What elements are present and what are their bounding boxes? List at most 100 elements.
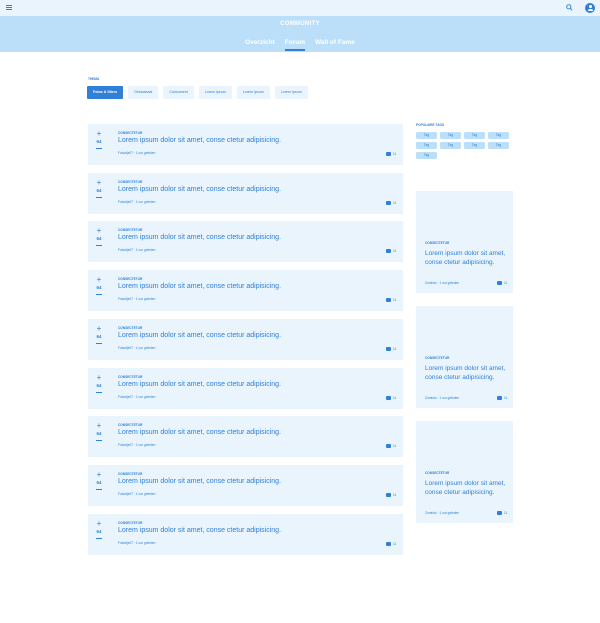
- post-category: CONSECTETUR: [118, 472, 143, 476]
- tag-chip[interactable]: Tag: [488, 132, 509, 139]
- vote-count: 64: [96, 285, 102, 290]
- downvote-button[interactable]: [96, 343, 102, 344]
- upvote-button[interactable]: +: [93, 325, 105, 333]
- comment-count-value: 11: [393, 298, 397, 302]
- post-meta: Fotoofje07 · 1 uur geleden: [118, 200, 156, 204]
- post-card[interactable]: + 64 CONSECTETUR Lorem ipsum dolor sit a…: [88, 173, 403, 214]
- post-title[interactable]: Lorem ipsum dolor sit amet, conse ctetur…: [118, 332, 281, 339]
- featured-card[interactable]: CONSECTETUR Lorem ipsum dolor sit amet, …: [416, 421, 513, 523]
- comment-count-value: 11: [393, 347, 397, 351]
- filter-chip[interactable]: Lorem Ipsum: [274, 86, 308, 99]
- tag-chip[interactable]: Tag: [464, 142, 485, 149]
- post-card[interactable]: + 64 CONSECTETUR Lorem ipsum dolor sit a…: [88, 124, 403, 165]
- filter-chip[interactable]: Gesloabaal: [128, 86, 159, 99]
- vote-count: 64: [96, 188, 102, 193]
- post-title[interactable]: Lorem ipsum dolor sit amet, conse ctetur…: [118, 527, 281, 534]
- comment-count-value: 11: [393, 249, 397, 253]
- post-card[interactable]: + 64 CONSECTETUR Lorem ipsum dolor sit a…: [88, 465, 403, 506]
- post-category: CONSECTETUR: [118, 228, 143, 232]
- vote-count: 64: [96, 480, 102, 485]
- vote-control: + 64: [93, 227, 105, 246]
- vote-control: + 64: [93, 179, 105, 198]
- post-category: CONSECTETUR: [118, 180, 143, 184]
- upvote-button[interactable]: +: [93, 227, 105, 235]
- post-card[interactable]: + 64 CONSECTETUR Lorem ipsum dolor sit a…: [88, 221, 403, 262]
- vote-count: 64: [96, 139, 102, 144]
- comment-count: 11: [497, 511, 507, 515]
- featured-meta: Zomfoto · 1 uur geleden: [425, 396, 460, 400]
- tab-wall-of-fame[interactable]: Wall of Fame: [315, 39, 355, 52]
- featured-title[interactable]: Lorem ipsum dolor sit amet, conse ctetur…: [425, 364, 509, 382]
- featured-card[interactable]: CONSECTETUR Lorem ipsum dolor sit amet, …: [416, 306, 513, 408]
- comment-icon: [386, 249, 391, 253]
- user-avatar-icon[interactable]: [585, 3, 595, 13]
- tag-chip[interactable]: Tag: [488, 142, 509, 149]
- post-meta: Fotoofje07 · 1 uur geleden: [118, 151, 156, 155]
- comment-count-value: 11: [393, 444, 397, 448]
- post-title[interactable]: Lorem ipsum dolor sit amet, conse ctetur…: [118, 381, 281, 388]
- upvote-button[interactable]: +: [93, 130, 105, 138]
- filter-chip[interactable]: Lorem Ipsum: [236, 86, 270, 99]
- downvote-button[interactable]: [96, 148, 102, 149]
- post-title[interactable]: Lorem ipsum dolor sit amet, conse ctetur…: [118, 186, 281, 193]
- featured-category: CONSECTETUR: [425, 356, 450, 360]
- comment-icon: [386, 542, 391, 546]
- comment-count: 11: [386, 493, 396, 497]
- vote-count: 64: [96, 236, 102, 241]
- post-title[interactable]: Lorem ipsum dolor sit amet, conse ctetur…: [118, 234, 281, 241]
- upvote-button[interactable]: +: [93, 179, 105, 187]
- section-tabs: Overzicht Forum Wall of Fame: [0, 39, 600, 52]
- tag-chip[interactable]: Tag: [416, 132, 437, 139]
- featured-category: CONSECTETUR: [425, 241, 450, 245]
- downvote-button[interactable]: [96, 245, 102, 246]
- post-title[interactable]: Lorem ipsum dolor sit amet, conse ctetur…: [118, 137, 281, 144]
- tab-overzicht[interactable]: Overzicht: [245, 39, 275, 52]
- upvote-button[interactable]: +: [93, 276, 105, 284]
- tab-forum[interactable]: Forum: [284, 39, 306, 52]
- downvote-button[interactable]: [96, 440, 102, 441]
- downvote-button[interactable]: [96, 489, 102, 490]
- tag-chip[interactable]: Tag: [440, 142, 461, 149]
- search-icon[interactable]: [566, 4, 573, 11]
- upvote-button[interactable]: +: [93, 471, 105, 479]
- featured-title[interactable]: Lorem ipsum dolor sit amet, conse ctetur…: [425, 479, 509, 497]
- tag-chip[interactable]: Tag: [440, 132, 461, 139]
- post-card[interactable]: + 64 CONSECTETUR Lorem ipsum dolor sit a…: [88, 368, 403, 409]
- post-card[interactable]: + 64 CONSECTETUR Lorem ipsum dolor sit a…: [88, 416, 403, 457]
- upvote-button[interactable]: +: [93, 374, 105, 382]
- post-title[interactable]: Lorem ipsum dolor sit amet, conse ctetur…: [118, 478, 281, 485]
- comment-icon: [386, 201, 391, 205]
- featured-category: CONSECTETUR: [425, 471, 450, 475]
- post-meta: Fotoofje07 · 1 uur geleden: [118, 248, 156, 252]
- comment-count: 11: [386, 298, 396, 302]
- comment-count: 11: [386, 396, 396, 400]
- post-category: CONSECTETUR: [118, 521, 143, 525]
- tag-chip[interactable]: Tag: [416, 142, 437, 149]
- downvote-button[interactable]: [96, 197, 102, 198]
- featured-card[interactable]: CONSECTETUR Lorem ipsum dolor sit amet, …: [416, 191, 513, 293]
- hamburger-icon[interactable]: [6, 5, 12, 10]
- comment-count: 11: [386, 152, 396, 156]
- featured-title[interactable]: Lorem ipsum dolor sit amet, conse ctetur…: [425, 249, 509, 267]
- tag-chip[interactable]: Tag: [464, 132, 485, 139]
- post-title[interactable]: Lorem ipsum dolor sit amet, conse ctetur…: [118, 283, 281, 290]
- comment-count: 11: [386, 201, 396, 205]
- filter-chip[interactable]: Consument: [163, 86, 194, 99]
- comment-count: 11: [497, 281, 507, 285]
- post-meta: Fotoofje07 · 1 uur geleden: [118, 346, 156, 350]
- downvote-button[interactable]: [96, 392, 102, 393]
- featured-meta: Zomfoto · 1 uur geleden: [425, 511, 460, 515]
- upvote-button[interactable]: +: [93, 520, 105, 528]
- downvote-button[interactable]: [96, 538, 102, 539]
- post-card[interactable]: + 64 CONSECTETUR Lorem ipsum dolor sit a…: [88, 514, 403, 555]
- downvote-button[interactable]: [96, 294, 102, 295]
- upvote-button[interactable]: +: [93, 422, 105, 430]
- comment-count-value: 11: [393, 396, 397, 400]
- filter-chip[interactable]: Fotos & filters: [87, 86, 124, 99]
- post-card[interactable]: + 64 CONSECTETUR Lorem ipsum dolor sit a…: [88, 270, 403, 311]
- comment-count: 11: [386, 249, 396, 253]
- post-card[interactable]: + 64 CONSECTETUR Lorem ipsum dolor sit a…: [88, 319, 403, 360]
- post-title[interactable]: Lorem ipsum dolor sit amet, conse ctetur…: [118, 429, 281, 436]
- filter-chip[interactable]: Lorem Ipsum: [198, 86, 232, 99]
- tag-chip[interactable]: Tag: [416, 152, 437, 159]
